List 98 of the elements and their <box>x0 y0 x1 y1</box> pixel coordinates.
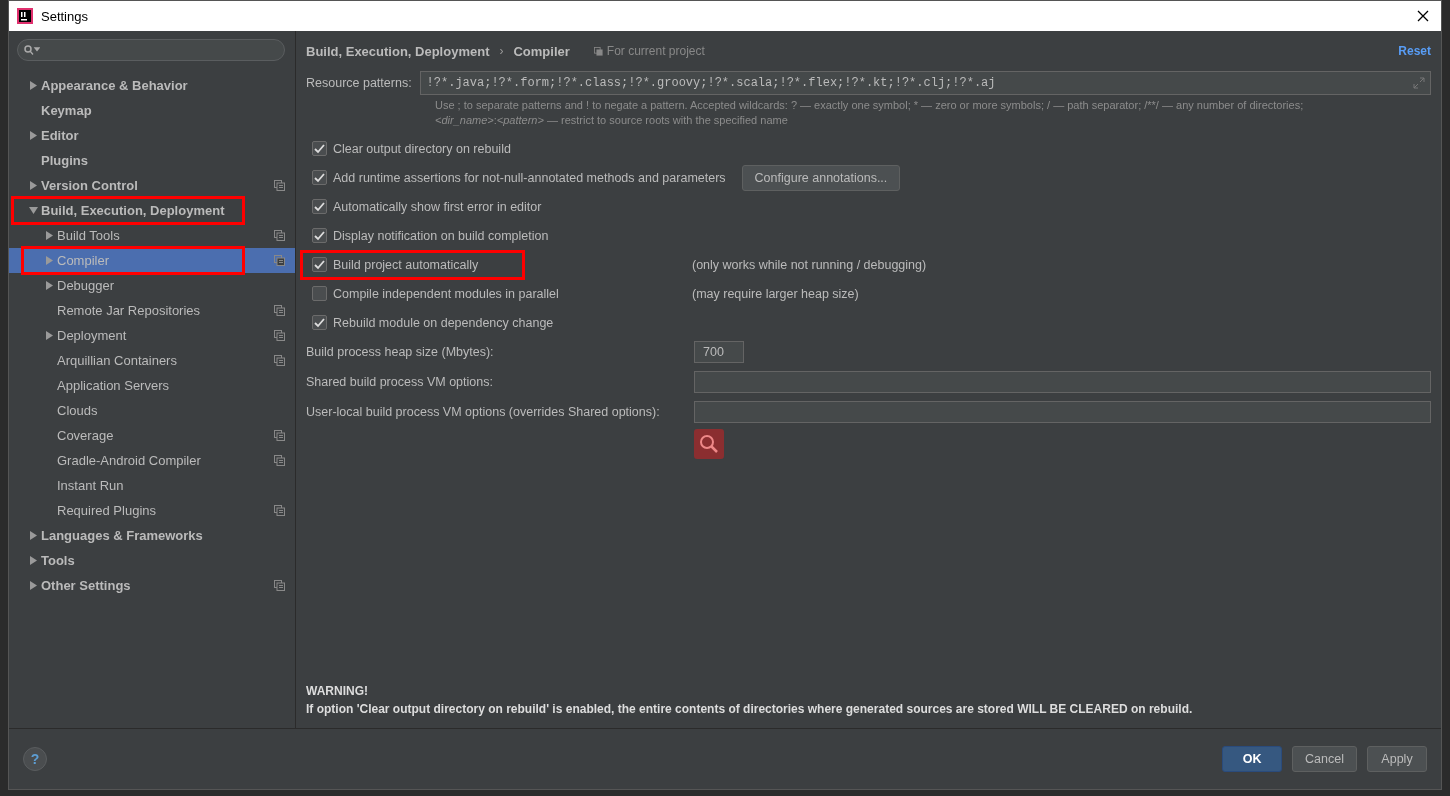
collapsed-arrow-icon[interactable] <box>28 531 38 540</box>
tree-item-label: Instant Run <box>57 478 124 493</box>
dialog-button[interactable]: OK <box>1222 746 1283 772</box>
field-label: Resource patterns: <box>306 76 412 90</box>
field-label: Shared build process VM options: <box>306 375 494 389</box>
text-field[interactable]: 700 <box>694 341 744 363</box>
tree-item-label: Remote Jar Repositories <box>57 303 201 318</box>
magnifier-button[interactable] <box>694 429 724 459</box>
option-note: (only works while not running / debugging) <box>692 257 927 272</box>
checkbox-label: Rebuild module on dependency change <box>333 315 554 330</box>
tree-item-label: Other Settings <box>41 578 131 593</box>
app-logo-icon <box>17 8 33 24</box>
tree-item-label: Debugger <box>57 278 115 293</box>
tree-item-label: Build, Execution, Deployment <box>41 203 225 218</box>
settings-tree-item[interactable]: Build Tools <box>9 223 295 248</box>
tree-item-label: Languages & Frameworks <box>41 528 203 543</box>
checkbox[interactable] <box>312 170 327 185</box>
checkbox-label: Display notification on build completion <box>333 228 549 243</box>
text-field[interactable] <box>694 371 1431 393</box>
help-button[interactable]: ? <box>23 747 47 771</box>
collapsed-arrow-icon[interactable] <box>44 331 54 340</box>
settings-tree-item[interactable]: Gradle-Android Compiler <box>9 448 295 473</box>
tree-item-label: Tools <box>41 553 75 568</box>
dialog-button[interactable]: Cancel <box>1292 746 1357 772</box>
collapsed-arrow-icon[interactable] <box>28 81 38 90</box>
checkbox[interactable] <box>312 228 327 243</box>
text-field[interactable] <box>694 401 1431 423</box>
expanded-arrow-icon[interactable] <box>28 206 38 215</box>
settings-tree-item[interactable]: Debugger <box>9 273 295 298</box>
settings-tree-item[interactable]: Arquillian Containers <box>9 348 295 373</box>
warning-title: WARNING! <box>306 683 369 700</box>
dialog-button[interactable]: Apply <box>1367 746 1427 772</box>
settings-tree-item[interactable]: Required Plugins <box>9 498 295 523</box>
tree-item-label: Required Plugins <box>57 503 156 518</box>
settings-tree-item[interactable]: Application Servers <box>9 373 295 398</box>
project-level-icon <box>593 46 603 56</box>
settings-tree-item[interactable]: Keymap <box>9 98 295 123</box>
settings-tree-item[interactable]: Appearance & Behavior <box>9 73 295 98</box>
checkbox-label: Add runtime assertions for not-null-annotated methods and parameters <box>333 170 726 185</box>
checkbox[interactable] <box>312 315 327 330</box>
tree-item-label: Version Control <box>41 178 138 193</box>
scope-label: For current project <box>606 44 705 58</box>
checkbox[interactable] <box>312 199 327 214</box>
tree-item-label: Coverage <box>57 428 114 443</box>
field-label: User-local build process VM options (overrides Shared options): <box>306 405 661 419</box>
settings-tree-item[interactable]: Tools <box>9 548 295 573</box>
search-icon <box>24 45 40 55</box>
tree-item-label: Appearance & Behavior <box>41 78 188 93</box>
checkbox-label: Compile independent modules in parallel <box>333 286 559 301</box>
tree-item-label: Plugins <box>41 153 88 168</box>
configure-annotations-button[interactable]: Configure annotations... <box>741 164 901 191</box>
breadcrumb-item: Compiler <box>513 43 570 59</box>
settings-tree-item[interactable]: Version Control <box>9 173 295 198</box>
resource-patterns-field[interactable]: !?*.java;!?*.form;!?*.class;!?*.groovy;!?*.scala;!?*.flex;!?*.kt;!?*.clj;!?*.aj <box>419 71 1431 95</box>
breadcrumb-item: Build, Execution, Deployment <box>306 43 490 59</box>
settings-tree-item[interactable]: Editor <box>9 123 295 148</box>
tree-item-label: Editor <box>41 128 79 143</box>
tree-item-label: Compiler <box>57 253 109 268</box>
settings-tree-item[interactable]: Clouds <box>9 398 295 423</box>
checkbox-label: Build project automatically <box>333 257 479 272</box>
settings-tree-item[interactable]: Plugins <box>9 148 295 173</box>
settings-tree-item[interactable]: Coverage <box>9 423 295 448</box>
option-note: (may require larger heap size) <box>692 286 859 301</box>
settings-tree-item[interactable]: Build, Execution, Deployment <box>9 198 295 223</box>
field-label: Build process heap size (Mbytes): <box>306 345 495 359</box>
settings-tree-item[interactable]: Languages & Frameworks <box>9 523 295 548</box>
collapsed-arrow-icon[interactable] <box>28 131 38 140</box>
collapsed-arrow-icon[interactable] <box>28 581 38 590</box>
settings-tree-item[interactable]: Instant Run <box>9 473 295 498</box>
tree-item-label: Application Servers <box>57 378 169 393</box>
collapsed-arrow-icon[interactable] <box>28 556 38 565</box>
collapsed-arrow-icon[interactable] <box>44 231 54 240</box>
checkbox-label: Clear output directory on rebuild <box>333 141 511 156</box>
settings-tree-item[interactable]: Remote Jar Repositories <box>9 298 295 323</box>
hint-text: Use ; to separate patterns and ! to negate a pattern. Accepted wildcards: ? — exactly one symbol; * — zero or more symbols; / — path separator; /**/ — any number of directories; <box>435 98 1305 113</box>
checkbox-label: Automatically show first error in editor <box>333 199 542 214</box>
reset-link[interactable]: Reset <box>1398 44 1431 58</box>
checkbox[interactable] <box>312 286 327 301</box>
search-field[interactable] <box>17 39 285 61</box>
checkbox[interactable] <box>312 141 327 156</box>
expand-icon[interactable] <box>1413 77 1425 89</box>
tree-item-label: Build Tools <box>57 228 120 243</box>
warning-text: If option 'Clear output directory on rebuild' is enabled, the entire contents of directories where generated sources are stored WILL BE CLEARED on rebuild. <box>306 701 1194 718</box>
tree-item-label: Keymap <box>41 103 92 118</box>
tree-item-label: Deployment <box>57 328 127 343</box>
settings-tree-item[interactable]: Other Settings <box>9 573 295 598</box>
tree-item-label: Gradle-Android Compiler <box>57 453 201 468</box>
checkbox[interactable] <box>312 257 327 272</box>
collapsed-arrow-icon[interactable] <box>28 181 38 190</box>
hint-text: <dir_name>:<pattern> — restrict to source roots with the specified name <box>435 113 789 128</box>
breadcrumb-separator: › <box>499 44 504 58</box>
tree-item-label: Arquillian Containers <box>57 353 177 368</box>
settings-tree-item[interactable]: Deployment <box>9 323 295 348</box>
tree-item-label: Clouds <box>57 403 98 418</box>
close-icon <box>1417 10 1429 22</box>
window-title: Settings <box>41 8 89 24</box>
collapsed-arrow-icon[interactable] <box>44 281 54 290</box>
search-icon <box>699 434 719 454</box>
